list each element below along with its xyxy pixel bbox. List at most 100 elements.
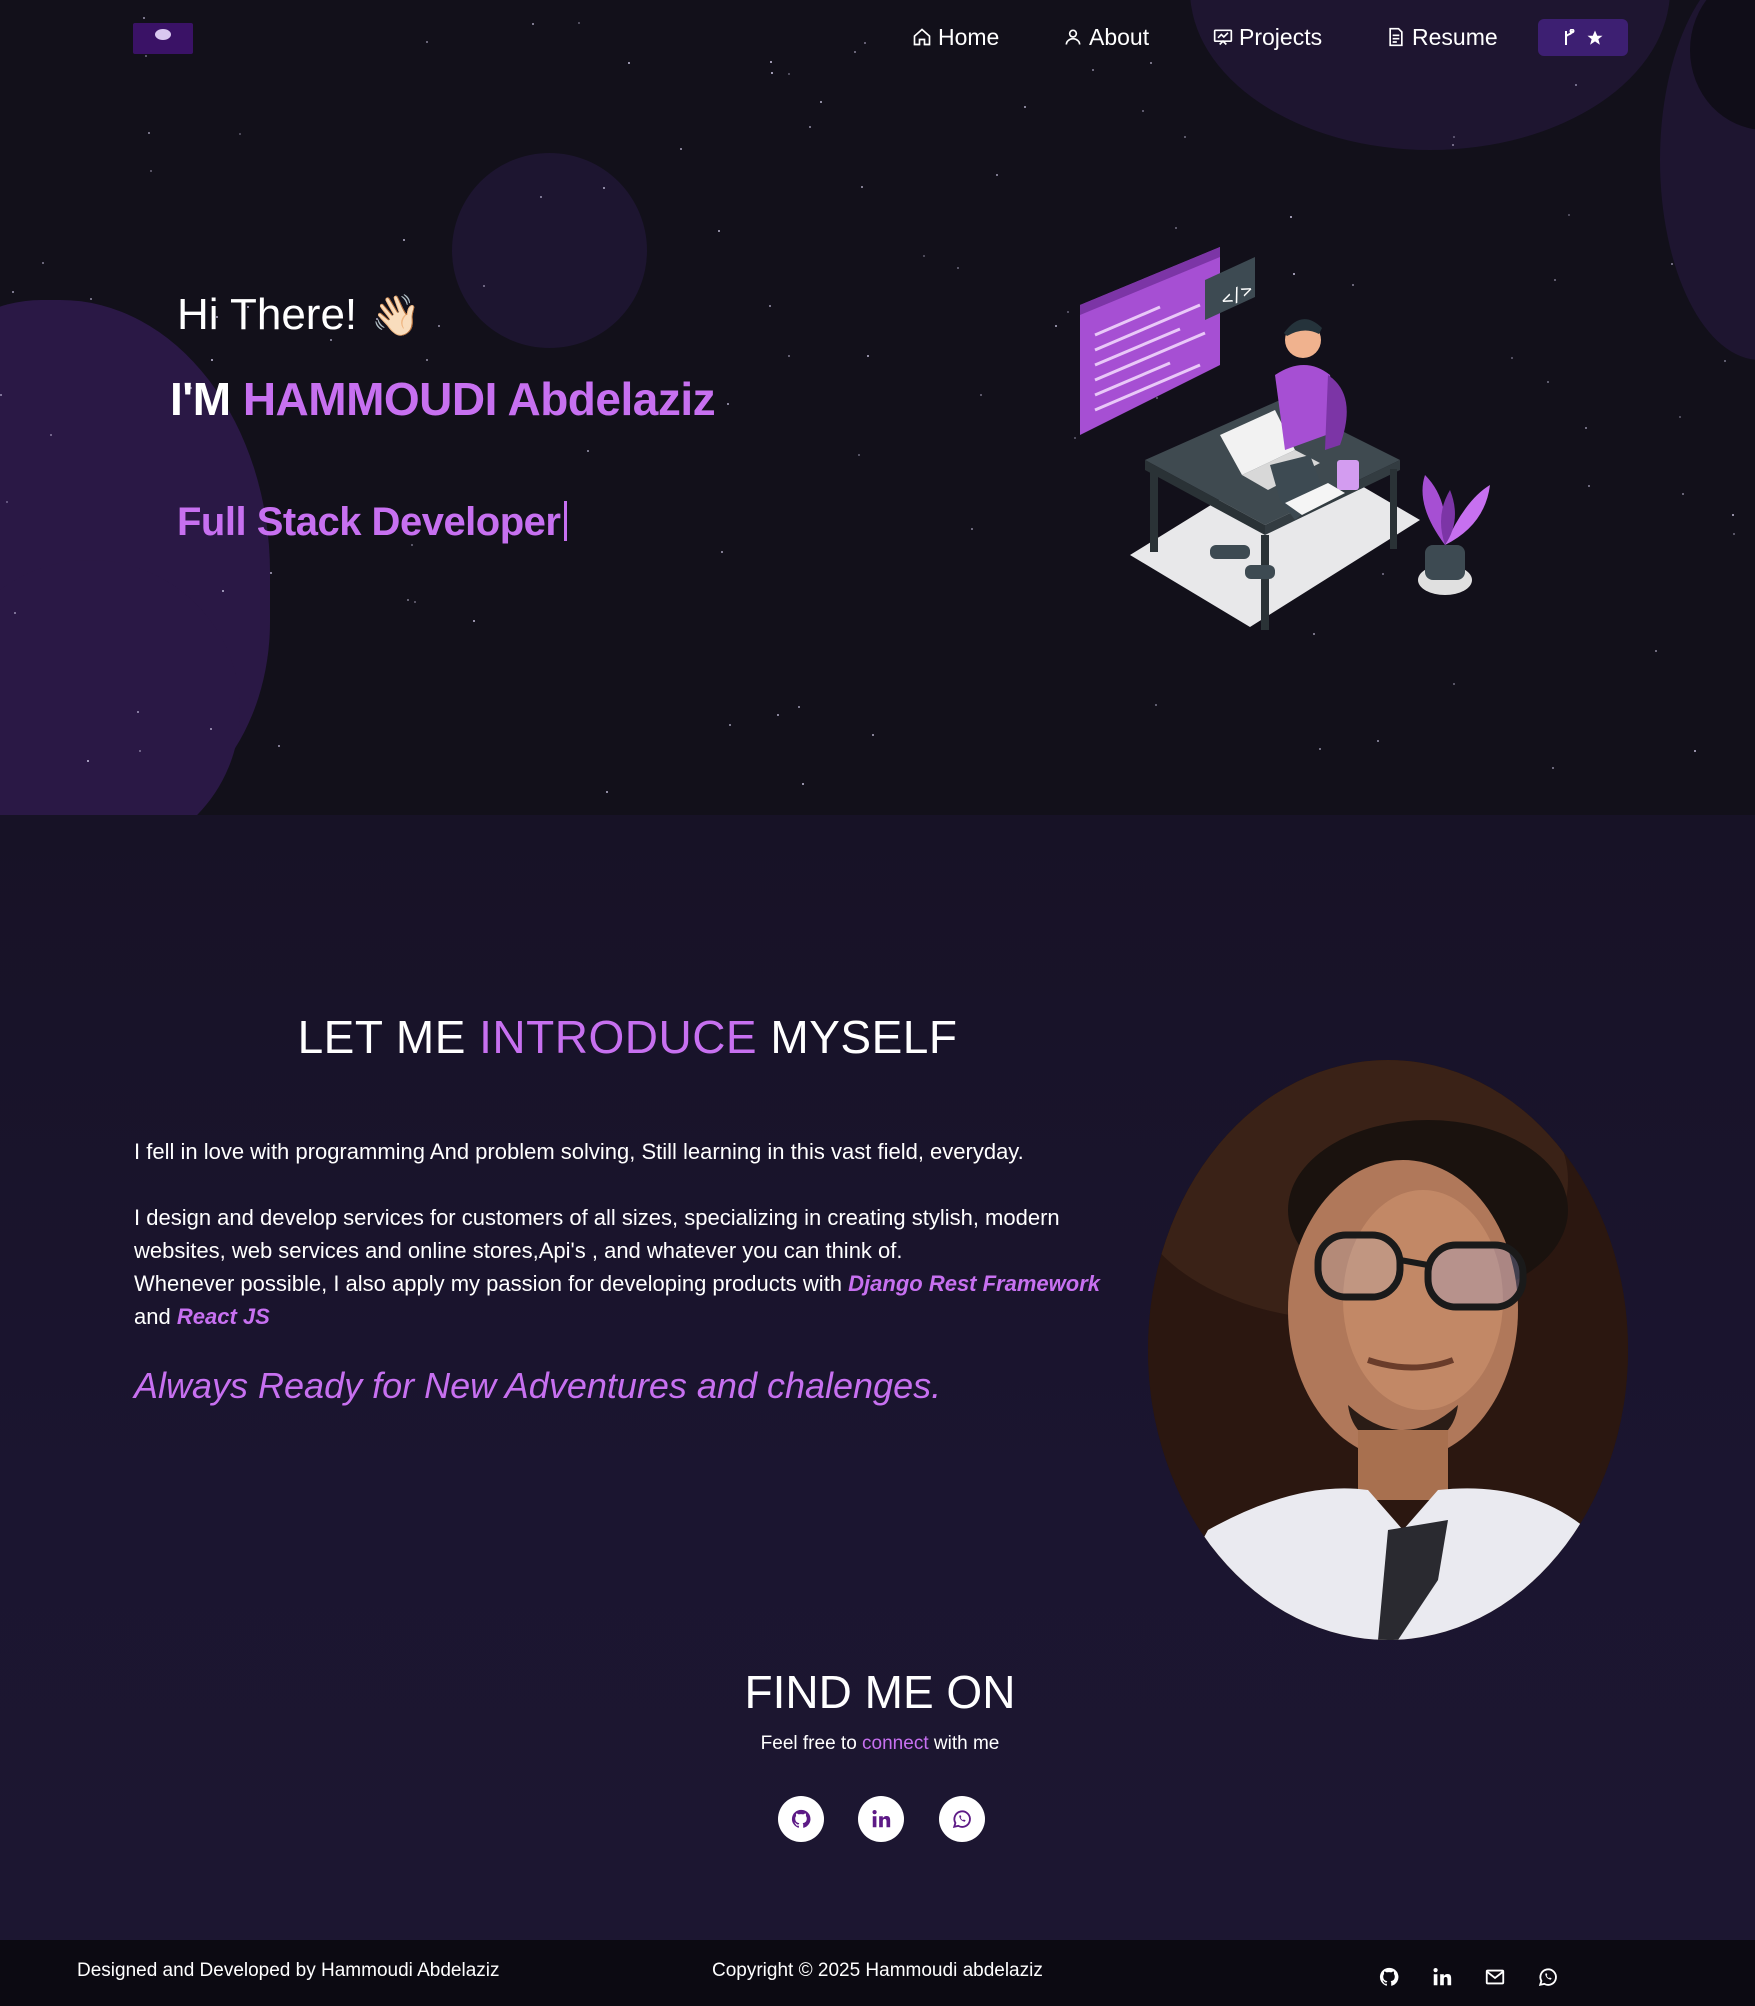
developer-name: HAMMOUDI Abdelaziz <box>242 373 716 425</box>
footer-linkedin-link[interactable] <box>1431 1966 1453 1988</box>
star <box>426 359 428 361</box>
star <box>721 551 723 553</box>
hero-role: Full Stack Developer <box>177 500 568 545</box>
star <box>1024 106 1026 108</box>
star <box>798 706 800 708</box>
star <box>996 174 998 176</box>
tech-react: React JS <box>176 1304 270 1329</box>
nav-projects[interactable]: Projects <box>1213 22 1322 52</box>
star <box>1290 216 1292 218</box>
tech-django: Django Rest Framework <box>848 1271 1100 1296</box>
document-icon <box>1389 27 1403 47</box>
star <box>222 590 224 592</box>
nav-about[interactable]: About <box>1063 22 1149 52</box>
star <box>1453 136 1455 138</box>
star <box>854 51 856 53</box>
user-icon <box>1065 29 1081 45</box>
intro-tagline: Always Ready for New Adventures and chal… <box>134 1365 942 1406</box>
star <box>1175 227 1177 229</box>
hero-name: I'M HAMMOUDI Abdelaziz <box>170 372 716 426</box>
star <box>1452 144 1454 146</box>
find-sub-pre: Feel free to <box>760 1733 863 1754</box>
star <box>1575 84 1577 86</box>
footer-github-link[interactable] <box>1378 1966 1400 1988</box>
star <box>1733 533 1735 535</box>
star <box>1679 416 1681 418</box>
star <box>1377 740 1379 742</box>
star <box>87 760 89 762</box>
github-star-button[interactable] <box>1538 19 1628 56</box>
star <box>278 745 280 747</box>
intro-title: LET ME INTRODUCE MYSELF <box>0 1010 1255 1064</box>
star <box>872 734 874 736</box>
linkedin-link[interactable] <box>858 1796 904 1842</box>
developer-illustration: </> <box>1080 247 1490 630</box>
star <box>1319 748 1321 750</box>
star <box>532 23 534 25</box>
star <box>858 454 860 456</box>
star <box>1184 136 1186 138</box>
star <box>1067 311 1069 313</box>
footer-whatsapp-link[interactable] <box>1537 1966 1559 1988</box>
star <box>1682 493 1684 495</box>
star <box>1142 110 1144 112</box>
star <box>923 255 925 257</box>
star <box>680 148 682 150</box>
star <box>50 434 52 436</box>
intro-title-accent: INTRODUCE <box>479 1011 758 1063</box>
star <box>270 572 272 574</box>
star <box>1554 279 1556 281</box>
linkedin-icon <box>1433 1968 1452 1986</box>
nav-home[interactable]: Home <box>912 22 999 52</box>
star <box>788 73 790 75</box>
star <box>6 501 8 503</box>
connect-text: connect <box>862 1733 929 1754</box>
intro-title-pre: LET ME <box>297 1011 480 1063</box>
whatsapp-icon <box>1538 1968 1557 1987</box>
star <box>90 298 92 300</box>
star <box>148 132 150 134</box>
star <box>1511 357 1513 359</box>
github-link[interactable] <box>778 1796 824 1842</box>
wave-emoji: 👋🏻 <box>371 294 421 338</box>
star <box>137 711 139 713</box>
find-me-title: FIND ME ON <box>744 1666 1016 1718</box>
star <box>603 187 605 189</box>
and-text: and <box>134 1304 171 1329</box>
home-icon <box>913 28 931 46</box>
star <box>867 355 869 357</box>
star <box>1155 704 1157 706</box>
nav-resume[interactable]: Resume <box>1386 22 1498 52</box>
star <box>426 41 428 43</box>
star <box>42 262 44 264</box>
star <box>820 101 822 103</box>
whatsapp-link[interactable] <box>939 1796 985 1842</box>
footer-mail-link[interactable] <box>1484 1966 1506 1988</box>
star <box>864 42 866 44</box>
github-icon <box>791 1809 811 1828</box>
intro-paragraph-1: I fell in love with programming And prob… <box>134 1139 1024 1164</box>
star <box>1055 325 1057 327</box>
background-blob <box>452 153 647 348</box>
intro-passion-text: Whenever possible, I also apply my passi… <box>134 1271 849 1296</box>
github-icon <box>1379 1967 1399 1986</box>
git-fork-icon <box>1565 28 1575 45</box>
star <box>483 285 485 287</box>
star <box>980 394 982 396</box>
star <box>1724 360 1726 362</box>
star <box>1732 514 1734 516</box>
intro-paragraph-2: I design and develop services for custom… <box>134 1201 1124 1333</box>
site-logo[interactable] <box>133 23 193 54</box>
greeting-text: Hi There! <box>177 290 358 339</box>
whatsapp-icon <box>952 1810 971 1829</box>
star <box>777 714 779 716</box>
star <box>211 359 213 361</box>
typewriter-cursor <box>564 501 568 541</box>
nav-resume-label: Resume <box>1412 23 1498 50</box>
intro-paragraph-2b: Whenever possible, I also apply my passi… <box>134 1267 1124 1333</box>
star <box>414 601 416 603</box>
star <box>1453 683 1455 685</box>
avatar <box>1148 1060 1628 1640</box>
star <box>957 267 959 269</box>
star <box>718 230 720 232</box>
